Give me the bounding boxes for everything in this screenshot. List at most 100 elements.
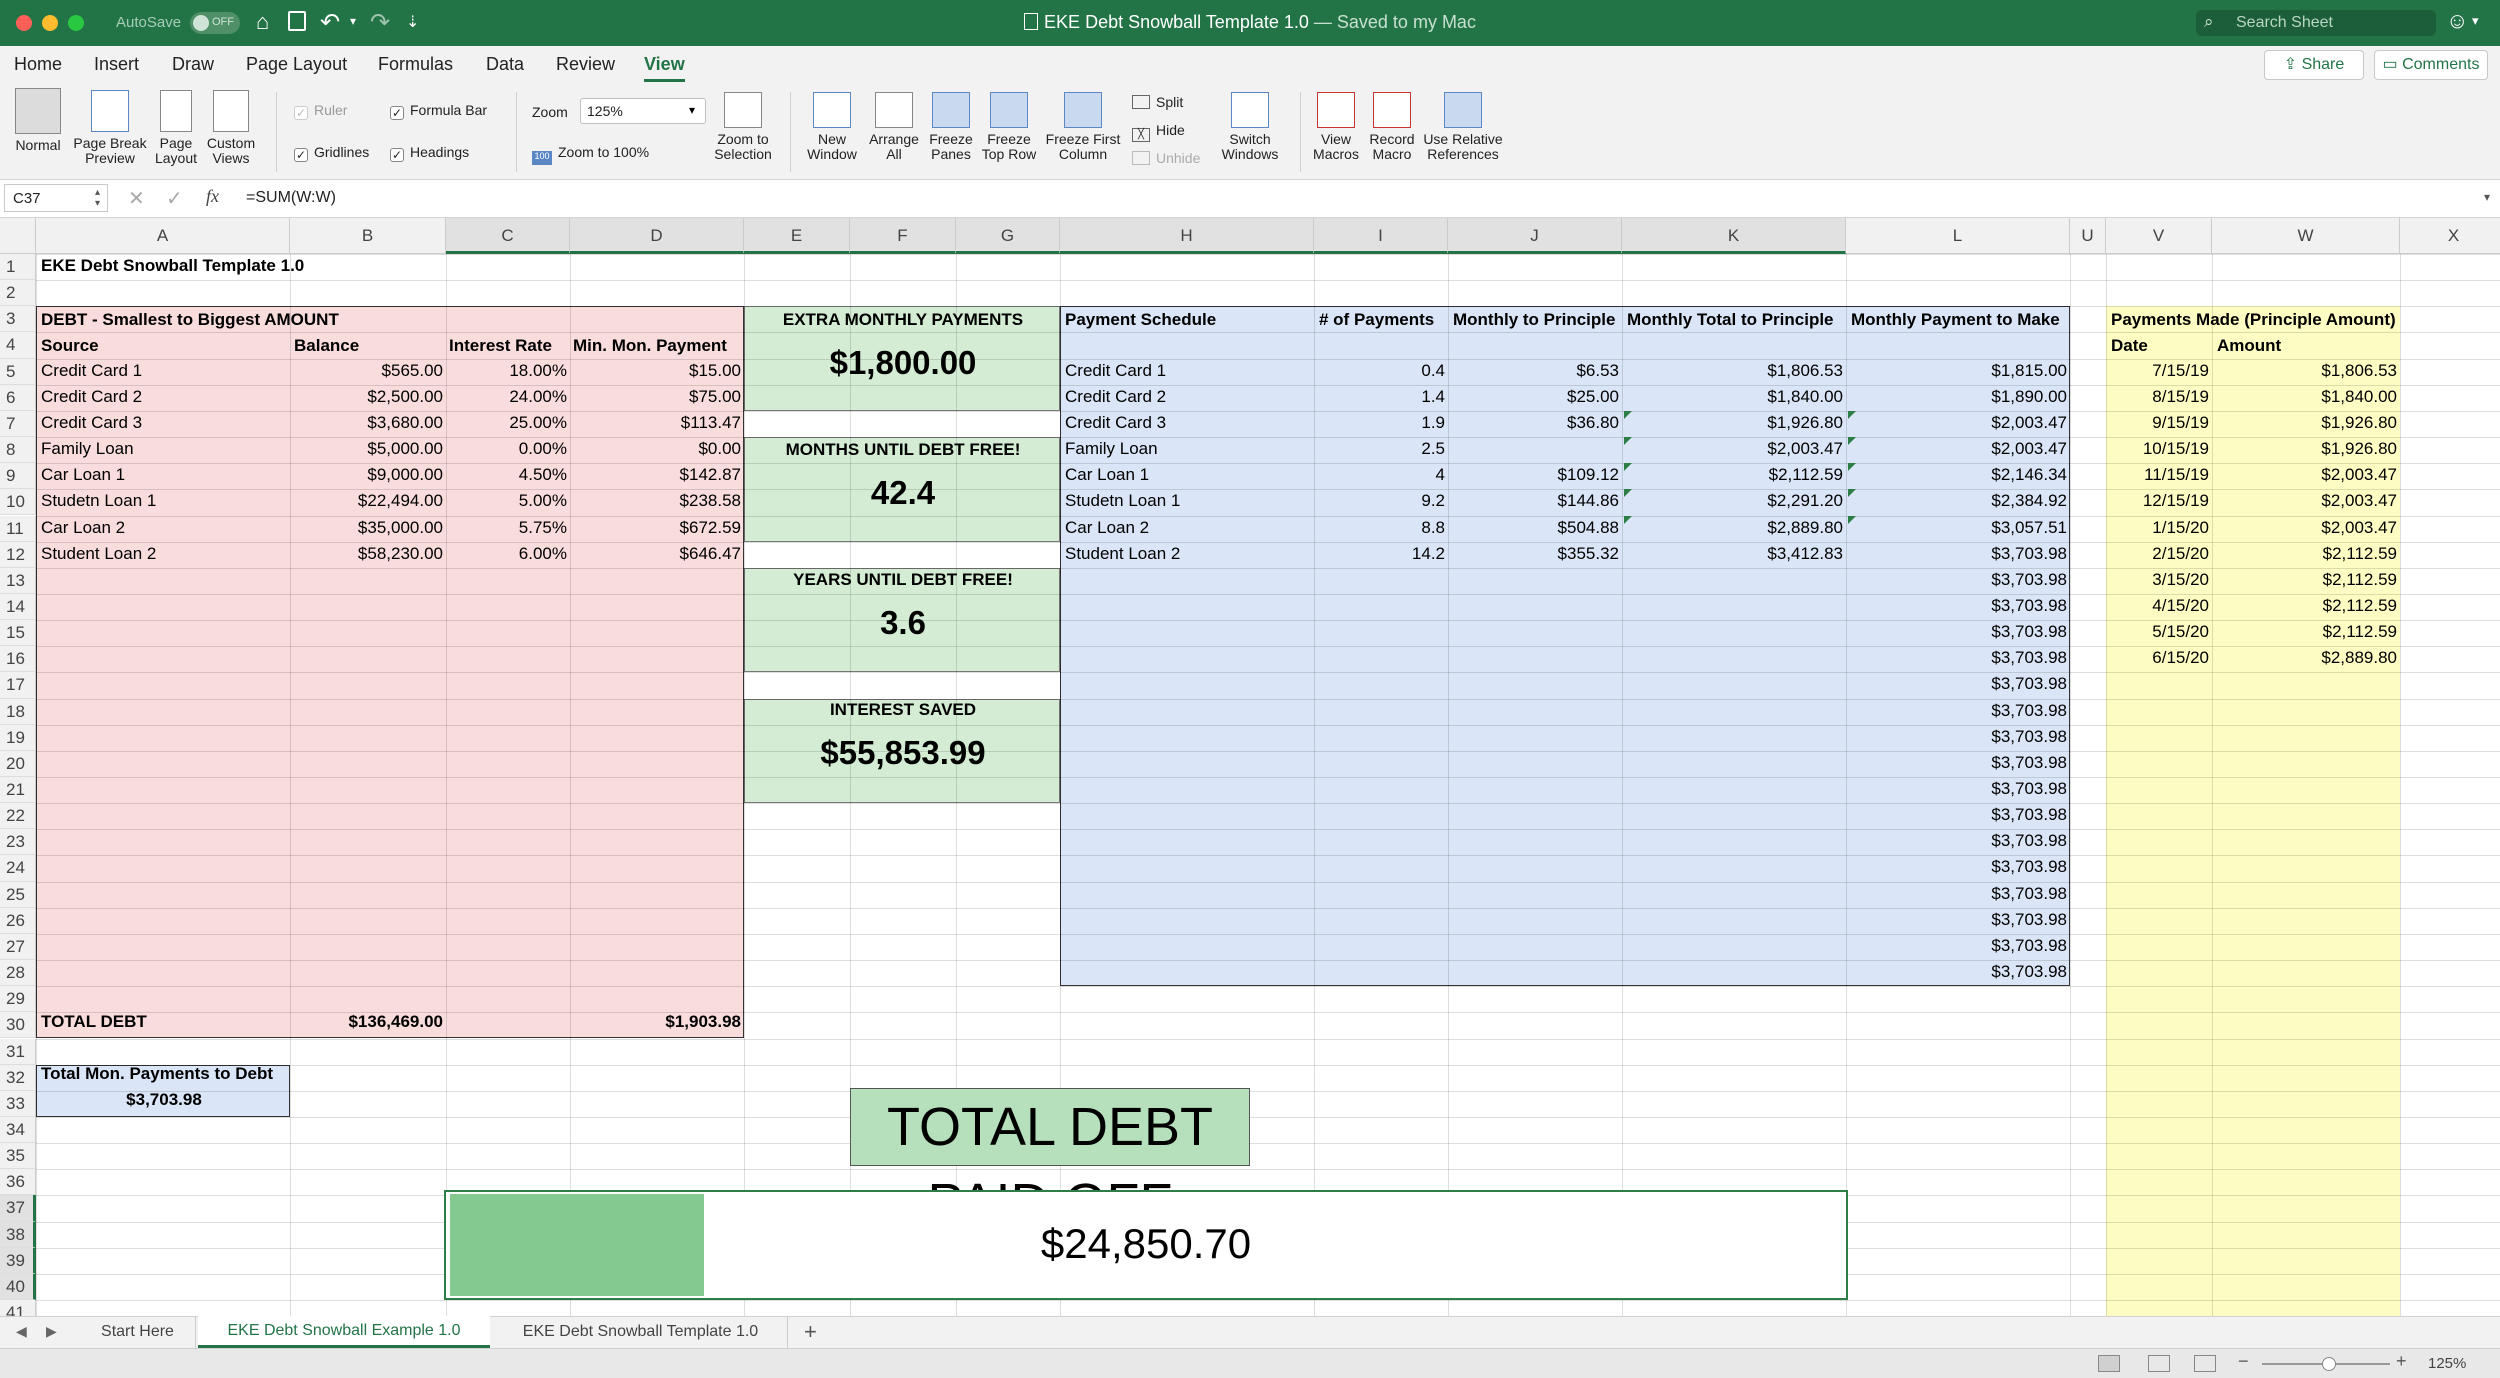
schedule-payment-to-make[interactable]: $3,703.98 (1846, 855, 2070, 881)
customize-toolbar-icon[interactable]: ⇣ (406, 12, 419, 32)
debt-balance[interactable]: $565.00 (290, 359, 446, 385)
schedule-payment-to-make[interactable]: $2,003.47 (1846, 437, 2070, 463)
schedule-monthly-principle[interactable]: $36.80 (1448, 411, 1622, 437)
row-header[interactable]: 12 (0, 541, 36, 568)
sheet-tab-example[interactable]: EKE Debt Snowball Example 1.0 (198, 1316, 490, 1348)
scroll-tabs-left-icon[interactable]: ◀ (16, 1323, 27, 1340)
debt-min-payment[interactable]: $75.00 (570, 385, 744, 411)
row-header[interactable]: 34 (0, 1116, 36, 1144)
switch-windows-button[interactable]: Switch Windows (1214, 92, 1286, 162)
schedule-total-principle[interactable]: $2,112.59 (1622, 463, 1846, 489)
row-header[interactable]: 1 (0, 254, 36, 281)
tab-home[interactable]: Home (14, 54, 62, 75)
column-header-v[interactable]: V (2106, 218, 2212, 254)
payment-amount[interactable]: $1,806.53 (2212, 359, 2400, 385)
tab-data[interactable]: Data (486, 54, 524, 75)
normal-view-button[interactable]: Normal (8, 88, 68, 153)
arrange-all-button[interactable]: Arrange All (864, 92, 924, 162)
search-sheet-box[interactable]: ⌕ Search Sheet (2196, 10, 2436, 36)
total-debt-paid-off-label[interactable]: TOTAL DEBT PAID OFF (850, 1088, 1250, 1233)
tab-view[interactable]: View (644, 54, 685, 82)
row-header[interactable]: 8 (0, 437, 36, 464)
schedule-monthly-principle[interactable]: $6.53 (1448, 359, 1622, 385)
debt-min-payment[interactable]: $646.47 (570, 542, 744, 568)
add-sheet-icon[interactable]: + (804, 1319, 817, 1345)
schedule-name[interactable]: Car Loan 2 (1062, 516, 1152, 542)
name-box[interactable]: C37 ▴ ▾ (4, 184, 108, 212)
payment-amount[interactable]: $1,840.00 (2212, 385, 2400, 411)
schedule-total-principle[interactable]: $1,806.53 (1622, 359, 1846, 385)
debt-interest-rate[interactable]: 5.75% (446, 516, 570, 542)
zoom-out-icon[interactable]: − (2238, 1351, 2249, 1372)
total-mon-payments-value[interactable]: $3,703.98 (38, 1088, 290, 1114)
schedule-num-payments[interactable]: 1.9 (1314, 411, 1448, 437)
debt-source[interactable]: Car Loan 1 (38, 463, 128, 489)
new-window-button[interactable]: New Window (800, 92, 864, 162)
debt-col-interest[interactable]: Interest Rate (446, 334, 555, 360)
row-header[interactable]: 13 (0, 567, 36, 594)
debt-col-min-payment[interactable]: Min. Mon. Payment (570, 334, 730, 360)
years-until-free-value[interactable]: 3.6 (746, 604, 1060, 642)
row-header[interactable]: 28 (0, 960, 36, 987)
hide-button[interactable]: ╳ Hide (1132, 122, 1185, 142)
schedule-total-principle[interactable]: $2,889.80 (1622, 516, 1846, 542)
schedule-num-payments[interactable]: 9.2 (1314, 489, 1448, 515)
row-header[interactable]: 26 (0, 907, 36, 934)
sheet-tab-template[interactable]: EKE Debt Snowball Template 1.0 (494, 1317, 788, 1348)
debt-min-payment[interactable]: $113.47 (570, 411, 744, 437)
total-debt-balance[interactable]: $136,469.00 (290, 1010, 446, 1036)
debt-interest-rate[interactable]: 4.50% (446, 463, 570, 489)
confirm-formula-icon[interactable]: ✓ (166, 186, 183, 211)
debt-source[interactable]: Credit Card 2 (38, 385, 145, 411)
payment-amount[interactable]: $2,003.47 (2212, 463, 2400, 489)
years-until-free-label[interactable]: YEARS UNTIL DEBT FREE! (746, 568, 1060, 594)
column-header-g[interactable]: G (956, 218, 1060, 254)
minimize-window-button[interactable] (42, 15, 58, 31)
payments-col-date[interactable]: Date (2108, 334, 2151, 360)
row-header[interactable]: 24 (0, 855, 36, 882)
debt-source[interactable]: Car Loan 2 (38, 516, 128, 542)
undo-icon[interactable]: ↶ (320, 8, 340, 37)
schedule-num-payments[interactable]: 2.5 (1314, 437, 1448, 463)
debt-interest-rate[interactable]: 25.00% (446, 411, 570, 437)
total-debt-min-payment[interactable]: $1,903.98 (570, 1010, 744, 1036)
row-header[interactable]: 22 (0, 803, 36, 830)
user-smiley-icon[interactable]: ☺ (2446, 8, 2468, 34)
schedule-total-principle[interactable]: $2,291.20 (1622, 489, 1846, 515)
schedule-payment-to-make[interactable]: $3,703.98 (1846, 908, 2070, 934)
row-header[interactable]: 23 (0, 829, 36, 856)
schedule-total-principle[interactable]: $2,003.47 (1622, 437, 1846, 463)
formula-bar-checkbox[interactable]: ✓ Formula Bar (390, 102, 487, 120)
debt-balance[interactable]: $9,000.00 (290, 463, 446, 489)
expand-formula-icon[interactable]: ▾ (2484, 190, 2490, 204)
column-header-c[interactable]: C (446, 218, 570, 254)
schedule-total-principle[interactable]: $1,926.80 (1622, 411, 1846, 437)
schedule-name[interactable]: Student Loan 2 (1062, 542, 1183, 568)
months-until-free-label[interactable]: MONTHS UNTIL DEBT FREE! (746, 438, 1060, 464)
schedule-payment-to-make[interactable]: $1,890.00 (1846, 385, 2070, 411)
schedule-payment-to-make[interactable]: $3,703.98 (1846, 882, 2070, 908)
schedule-name[interactable]: Credit Card 3 (1062, 411, 1169, 437)
schedule-num-payments[interactable]: 1.4 (1314, 385, 1448, 411)
schedule-payment-to-make[interactable]: $3,703.98 (1846, 777, 2070, 803)
payment-date[interactable]: 8/15/19 (2106, 385, 2212, 411)
page-break-status-icon[interactable] (2194, 1355, 2216, 1372)
schedule-payment-to-make[interactable]: $3,057.51 (1846, 516, 2070, 542)
payment-date[interactable]: 4/15/20 (2106, 594, 2212, 620)
schedule-monthly-principle[interactable]: $109.12 (1448, 463, 1622, 489)
debt-interest-rate[interactable]: 5.00% (446, 489, 570, 515)
row-header[interactable]: 35 (0, 1143, 36, 1170)
payment-amount[interactable]: $1,926.80 (2212, 437, 2400, 463)
payment-amount[interactable]: $2,112.59 (2212, 542, 2400, 568)
payment-amount[interactable]: $2,112.59 (2212, 620, 2400, 646)
row-header[interactable]: 17 (0, 672, 36, 699)
debt-balance[interactable]: $3,680.00 (290, 411, 446, 437)
zoom-in-icon[interactable]: + (2396, 1351, 2407, 1372)
payment-date[interactable]: 10/15/19 (2106, 437, 2212, 463)
schedule-col-total-principle[interactable]: Monthly Total to Principle (1624, 308, 1837, 334)
payment-date[interactable]: 5/15/20 (2106, 620, 2212, 646)
schedule-col-payment-to-make[interactable]: Monthly Payment to Make (1848, 308, 2063, 334)
payment-amount[interactable]: $2,889.80 (2212, 646, 2400, 672)
schedule-col-num-payments[interactable]: # of Payments (1316, 308, 1437, 334)
column-header-b[interactable]: B (290, 218, 446, 254)
